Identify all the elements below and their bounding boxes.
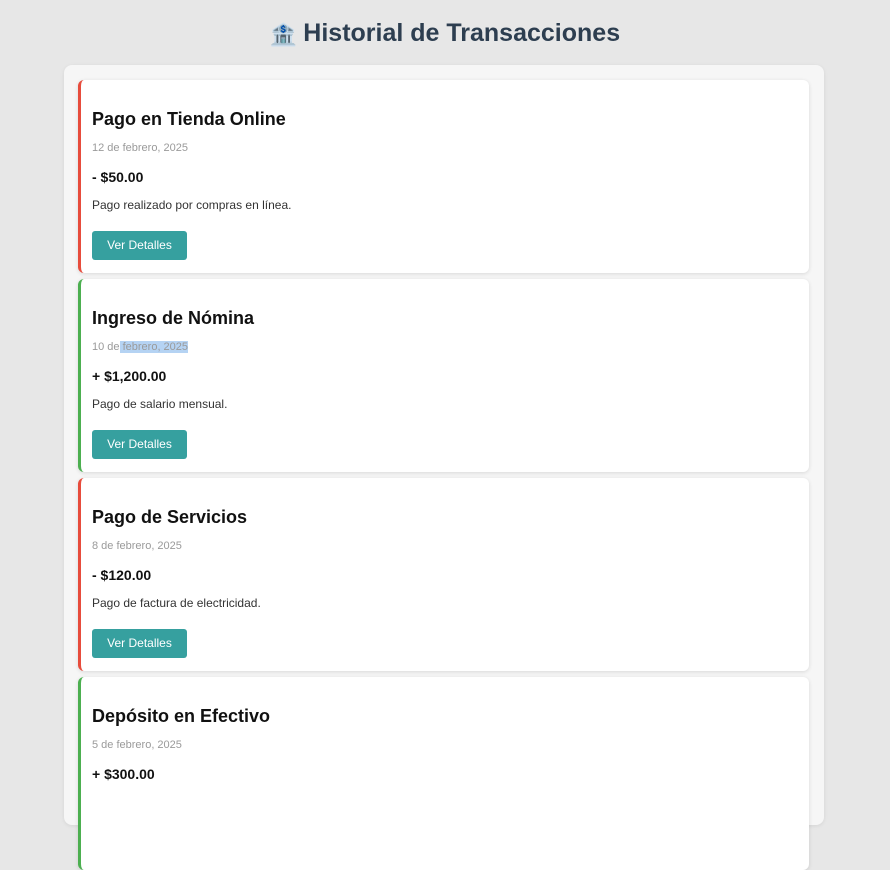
transaction-description: Pago realizado por compras en línea. — [92, 198, 292, 212]
transaction-title: Ingreso de Nómina — [92, 308, 255, 328]
transaction-date-selected-text: febrero, 2025 — [119, 341, 189, 353]
page-title: 🏦 Historial de Transacciones — [0, 17, 890, 51]
transaction-date: 8 de febrero, 2025 — [92, 540, 182, 552]
transaction-amount: + $300.00 — [92, 766, 155, 782]
view-details-button[interactable]: Ver Detalles — [92, 629, 187, 658]
transaction-amount: - $120.00 — [92, 567, 152, 583]
transaction-title: Pago de Servicios — [92, 507, 248, 527]
transaction-description: Pago de factura de electricidad. — [92, 596, 261, 610]
view-details-button[interactable]: Ver Detalles — [92, 430, 187, 459]
transaction-title: Depósito en Efectivo — [92, 706, 271, 726]
transaction-card: Pago en Tienda Online 12 de febrero, 202… — [78, 80, 809, 273]
transaction-card: Depósito en Efectivo 5 de febrero, 2025 … — [78, 677, 809, 870]
transaction-date: 12 de febrero, 2025 — [92, 142, 189, 154]
transactions-container: Pago en Tienda Online 12 de febrero, 202… — [64, 65, 824, 870]
transaction-description: Pago de salario mensual. — [92, 397, 228, 411]
transaction-amount: + $1,200.00 — [92, 368, 167, 384]
transaction-amount: - $50.00 — [92, 169, 144, 185]
transaction-date: 5 de febrero, 2025 — [92, 739, 182, 751]
transaction-date-prefix: 10 de — [92, 341, 120, 353]
page-title-text: Historial de Transacciones — [303, 19, 621, 47]
transaction-card: Pago de Servicios 8 de febrero, 2025 - $… — [78, 478, 809, 671]
transaction-card: Ingreso de Nómina 10 de febrero, 2025 + … — [78, 279, 809, 472]
view-details-button[interactable]: Ver Detalles — [92, 231, 187, 260]
transaction-date: 10 de febrero, 2025 — [92, 340, 189, 354]
bank-icon: 🏦 — [269, 22, 298, 47]
transaction-title: Pago en Tienda Online — [92, 109, 286, 129]
